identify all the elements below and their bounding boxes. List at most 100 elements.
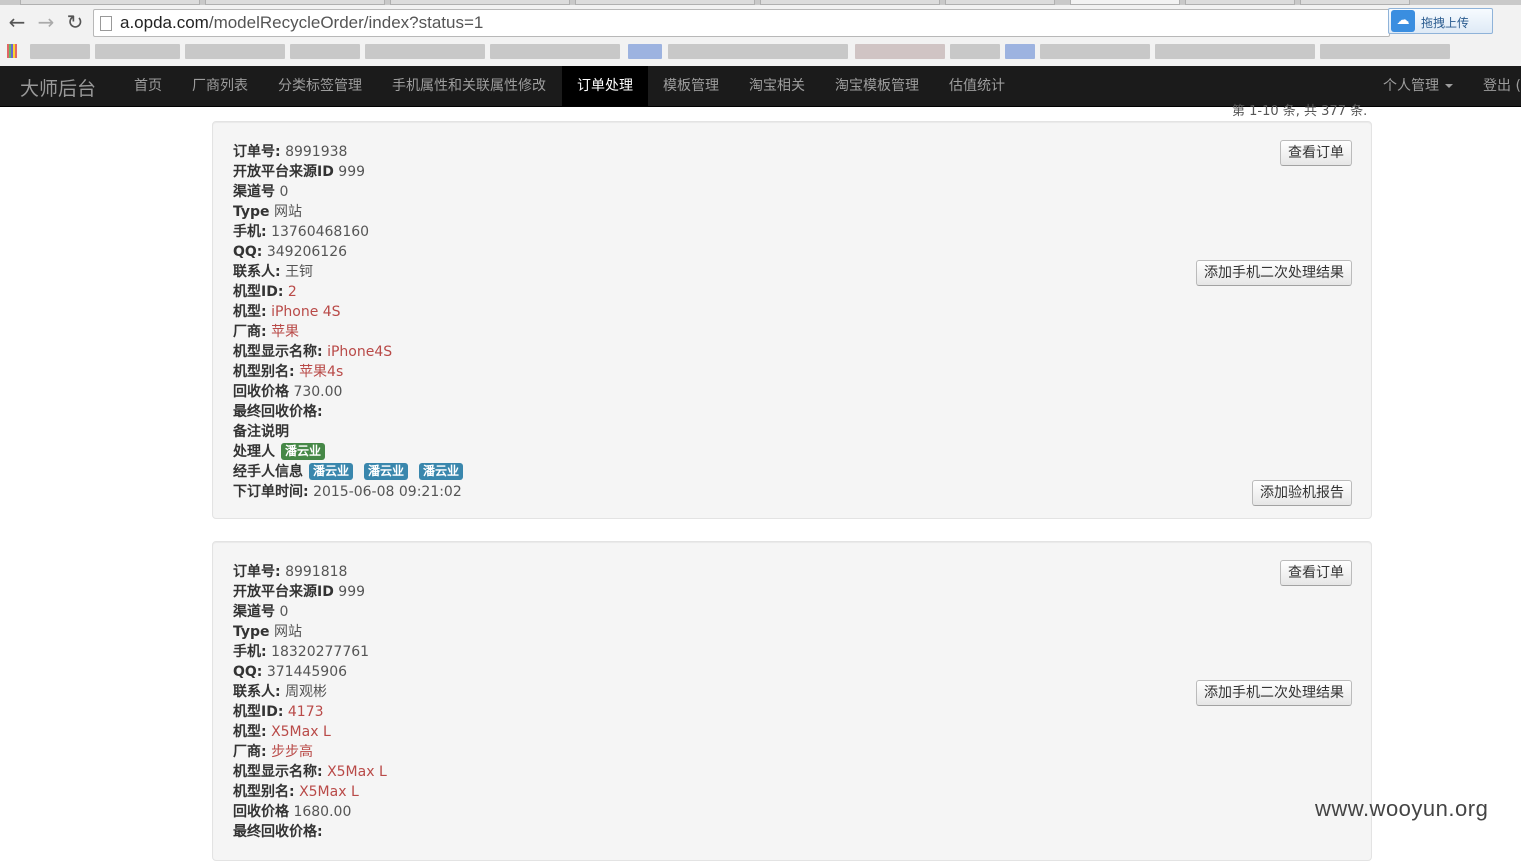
field-label: 开放平台来源ID	[233, 164, 334, 180]
price-row: 回收价格 730.00	[233, 382, 463, 402]
bookmark-item[interactable]	[1155, 44, 1315, 59]
bookmark-item[interactable]	[1005, 44, 1035, 59]
browser-tab[interactable]	[575, 0, 755, 5]
caret-down-icon	[1445, 84, 1453, 88]
phone-number: 18320277761	[271, 644, 370, 660]
model-alias: 苹果4s	[299, 364, 344, 380]
handler-badge: 潘云业	[281, 443, 326, 460]
browser-tab-active[interactable]	[1070, 0, 1180, 5]
browser-tab[interactable]	[390, 0, 570, 5]
alias-row: 机型别名: X5Max L	[233, 782, 387, 802]
model-display-name: iPhone4S	[327, 344, 393, 360]
order-time: 2015-06-08 09:21:02	[313, 484, 462, 500]
nav-item-category-tags[interactable]: 分类标签管理	[263, 66, 377, 106]
model-row: 机型: X5Max L	[233, 722, 387, 742]
order-number-row: 订单号: 8991938	[233, 142, 463, 162]
bookmark-item[interactable]	[950, 44, 1000, 59]
agent-badge: 潘云业	[419, 463, 464, 480]
source-id: 999	[338, 164, 366, 180]
brand-title[interactable]: 大师后台	[20, 74, 96, 101]
order-card: 订单号: 8991818 开放平台来源ID 999 渠道号 0 Type 网站 …	[212, 541, 1372, 861]
user-menu[interactable]: 个人管理	[1368, 66, 1468, 106]
field-label: 最终回收价格:	[233, 404, 323, 420]
bookmark-item[interactable]	[95, 44, 180, 59]
browser-tab[interactable]	[760, 0, 940, 5]
field-label: Type	[233, 204, 270, 220]
browser-tab[interactable]	[20, 0, 200, 5]
field-label: QQ:	[233, 664, 263, 680]
bookmark-item[interactable]	[290, 44, 360, 59]
nav-item-taobao-templates[interactable]: 淘宝模板管理	[820, 66, 934, 106]
field-label: 联系人:	[233, 684, 281, 700]
back-arrow-icon[interactable]: ←	[7, 12, 27, 32]
browser-tab[interactable]	[945, 0, 1055, 5]
view-order-button[interactable]: 查看订单	[1280, 560, 1352, 586]
channel-row: 渠道号 0	[233, 182, 463, 202]
url-text[interactable]: a.opda.com/modelRecycleOrder/index?statu…	[120, 13, 483, 33]
display-name-row: 机型显示名称: X5Max L	[233, 762, 387, 782]
qq-row: QQ: 371445906	[233, 662, 387, 682]
logout-link[interactable]: 登出 (	[1468, 66, 1521, 106]
nav-item-order-processing[interactable]: 订单处理	[562, 66, 648, 106]
bookmark-item[interactable]	[668, 44, 848, 59]
forward-arrow-icon[interactable]: →	[36, 12, 56, 32]
field-label: 备注说明	[233, 424, 289, 440]
remark-row: 备注说明	[233, 422, 463, 442]
apps-icon[interactable]	[7, 44, 17, 58]
field-label: 机型ID:	[233, 704, 284, 720]
add-inspection-report-button[interactable]: 添加验机报告	[1252, 480, 1352, 506]
field-label: 经手人信息	[233, 464, 303, 480]
type-row: Type 网站	[233, 622, 387, 642]
address-bar[interactable]: a.opda.com/modelRecycleOrder/index?statu…	[93, 9, 1390, 37]
nav-item-templates[interactable]: 模板管理	[648, 66, 734, 106]
model-name: X5Max L	[271, 724, 331, 740]
bookmark-item[interactable]	[490, 44, 620, 59]
nav-item-vendors[interactable]: 厂商列表	[177, 66, 263, 106]
bookmark-item[interactable]	[1040, 44, 1150, 59]
vendor-row: 厂商: 步步高	[233, 742, 387, 762]
order-type: 网站	[273, 624, 302, 640]
field-label: QQ:	[233, 244, 263, 260]
bookmark-item[interactable]	[628, 44, 662, 59]
browser-tab[interactable]	[1300, 0, 1410, 5]
recycle-price: 1680.00	[293, 804, 352, 820]
vendor-name: 苹果	[271, 324, 300, 340]
drag-upload-extension-button[interactable]: ☁ 拖拽上传	[1388, 8, 1493, 34]
page-icon	[100, 16, 112, 31]
channel-number: 0	[279, 604, 289, 620]
field-label: 手机:	[233, 644, 267, 660]
phone-number: 13760468160	[271, 224, 370, 240]
field-label: 渠道号	[233, 184, 275, 200]
contact-name: 周观彬	[285, 684, 328, 700]
field-label: 下订单时间:	[233, 484, 309, 500]
vendor-row: 厂商: 苹果	[233, 322, 463, 342]
phone-row: 手机: 18320277761	[233, 642, 387, 662]
bookmark-item[interactable]	[855, 44, 945, 59]
browser-tab[interactable]	[1185, 0, 1295, 5]
price-row: 回收价格 1680.00	[233, 802, 387, 822]
final-price-row: 最终回收价格:	[233, 822, 387, 842]
bookmark-item[interactable]	[365, 44, 485, 59]
add-second-processing-button[interactable]: 添加手机二次处理结果	[1196, 680, 1352, 706]
view-order-button[interactable]: 查看订单	[1280, 140, 1352, 166]
nav-item-home[interactable]: 首页	[119, 66, 177, 106]
handler-row: 处理人 潘云业	[233, 442, 463, 462]
bookmark-item[interactable]	[1320, 44, 1450, 59]
nav-item-taobao[interactable]: 淘宝相关	[734, 66, 820, 106]
cloud-icon: ☁	[1391, 10, 1415, 32]
field-label: 订单号:	[233, 564, 281, 580]
field-label: 联系人:	[233, 264, 281, 280]
reload-icon[interactable]: ↻	[65, 12, 85, 32]
nav-item-valuation-stats[interactable]: 估值统计	[934, 66, 1020, 106]
browser-tab[interactable]	[205, 0, 385, 5]
model-id-row: 机型ID: 2	[233, 282, 463, 302]
nav-item-phone-attributes[interactable]: 手机属性和关联属性修改	[377, 66, 561, 106]
browser-chrome: ← → ↻ a.opda.com/modelRecycleOrder/index…	[0, 0, 1521, 66]
watermark: www.wooyun.org	[1315, 796, 1489, 821]
bookmark-item[interactable]	[30, 44, 90, 59]
add-second-processing-button[interactable]: 添加手机二次处理结果	[1196, 260, 1352, 286]
tab-strip	[0, 0, 1521, 5]
bookmark-item[interactable]	[185, 44, 285, 59]
order-number: 8991818	[285, 564, 348, 580]
alias-row: 机型别名: 苹果4s	[233, 362, 463, 382]
